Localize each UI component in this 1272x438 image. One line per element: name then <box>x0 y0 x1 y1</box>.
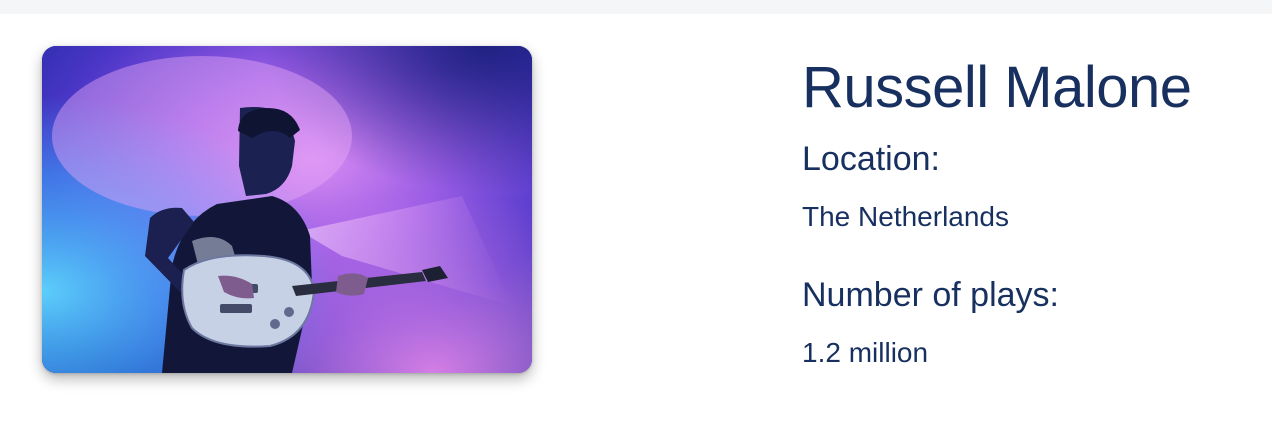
top-strip <box>0 0 1272 14</box>
plays-label: Number of plays: <box>802 276 1059 314</box>
location-label: Location: <box>802 140 940 178</box>
artist-name: Russell Malone <box>802 55 1192 120</box>
plays-value: 1.2 million <box>802 337 929 368</box>
artist-photo <box>42 46 532 373</box>
location-value: The Netherlands <box>802 201 1010 232</box>
artist-info: Russell Malone Location: The Netherlands… <box>802 52 1262 370</box>
